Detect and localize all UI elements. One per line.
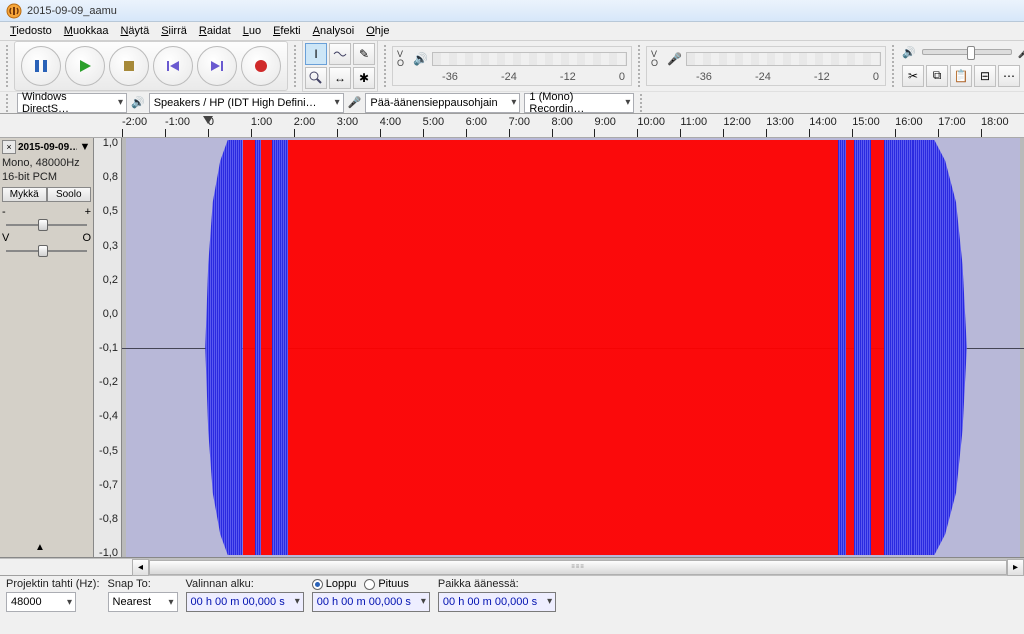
copy-button[interactable]: ⧉ — [926, 65, 948, 87]
menu-tracks[interactable]: Raidat — [193, 23, 237, 39]
track-area: × 2015-09-09… ▼ Mono, 48000Hz 16-bit PCM… — [0, 138, 1024, 558]
meter-in-ticks: -36-24-120 — [651, 71, 881, 83]
stop-button[interactable] — [109, 46, 149, 86]
speaker-icon: 🔊 — [902, 46, 916, 59]
timeline-ruler[interactable]: -2:00-1:0001:002:003:004:005:006:007:008… — [0, 114, 1024, 138]
menu-edit[interactable]: Muokkaa — [58, 23, 115, 39]
mic-icon: 🎤 — [348, 96, 362, 109]
grip[interactable] — [384, 45, 386, 87]
multi-tool[interactable]: ✱ — [353, 67, 375, 89]
output-volume-slider[interactable] — [922, 49, 1012, 55]
track-format2: 16-bit PCM — [2, 170, 91, 184]
menu-file[interactable]: Tiedosto — [4, 23, 58, 39]
selection-tool[interactable]: I — [305, 43, 327, 65]
transport-toolbar — [14, 41, 288, 91]
audio-position-label: Paikka äänessä: — [438, 578, 556, 590]
menu-bar: Tiedosto Muokkaa Näytä Siirrä Raidat Luo… — [0, 22, 1024, 41]
grip[interactable] — [6, 45, 8, 87]
meter-out-bar[interactable] — [432, 52, 627, 66]
track-collapse-button[interactable]: ▲ — [35, 542, 45, 553]
scroll-right-button[interactable]: ▸ — [1007, 559, 1024, 576]
title-bar: 2015-09-09_aamu — [0, 0, 1024, 22]
snap-label: Snap To: — [108, 578, 178, 590]
menu-help[interactable]: Ohje — [360, 23, 395, 39]
scroll-left-button[interactable]: ◂ — [132, 559, 149, 576]
window-title: 2015-09-09_aamu — [27, 5, 117, 17]
meter-in-bar[interactable] — [686, 52, 881, 66]
selection-start-field[interactable]: 00 h 00 m 00,000 s — [186, 592, 304, 612]
track-format1: Mono, 48000Hz — [2, 156, 91, 170]
selection-end-field[interactable]: 00 h 00 m 00,000 s — [312, 592, 430, 612]
record-button[interactable] — [241, 46, 281, 86]
menu-view[interactable]: Näytä — [114, 23, 155, 39]
track-menu-button[interactable]: ▼ — [79, 141, 91, 153]
edit-toolbar: ✂ ⧉ 📋 ⊟ ⋯ ↶ ↷ ⏱ ⇔ ⤢ — [902, 65, 1024, 87]
paste-button[interactable]: 📋 — [950, 65, 972, 87]
playback-meter: VO 🔊 -36-24-120 — [392, 46, 632, 86]
menu-analyze[interactable]: Analysoi — [307, 23, 361, 39]
scroll-track[interactable]: ≡≡≡ — [149, 559, 1007, 576]
length-radio[interactable]: Pituus — [364, 578, 409, 590]
track-name[interactable]: 2015-09-09… — [18, 142, 77, 153]
audio-position-field[interactable]: 00 h 00 m 00,000 s — [438, 592, 556, 612]
grip[interactable] — [640, 94, 645, 112]
output-device-dropdown[interactable]: Speakers / HP (IDT High Defini… — [149, 93, 344, 113]
pause-button[interactable] — [21, 46, 61, 86]
play-button[interactable] — [65, 46, 105, 86]
selection-start-label: Valinnan alku: — [186, 578, 304, 590]
skip-end-button[interactable] — [197, 46, 237, 86]
horizontal-scrollbar: ◂ ≡≡≡ ▸ — [0, 558, 1024, 575]
selection-bar: Projektin tahti (Hz): 48000 Snap To: Nea… — [0, 575, 1024, 617]
track-control-panel: × 2015-09-09… ▼ Mono, 48000Hz 16-bit PCM… — [0, 138, 94, 557]
snap-dropdown[interactable]: Nearest — [108, 592, 178, 612]
pan-slider[interactable]: VO — [2, 232, 91, 252]
silence-button[interactable]: ⋯ — [998, 65, 1020, 87]
input-channels-dropdown[interactable]: 1 (Mono) Recordin… — [524, 93, 634, 113]
grip[interactable] — [6, 94, 11, 112]
vertical-scale[interactable]: 1,00,80,50,30,20,0-0,1-0,2-0,4-0,5-0,7-0… — [94, 138, 122, 557]
record-meter: VO 🎤 -36-24-120 — [646, 46, 886, 86]
app-icon — [6, 3, 22, 19]
cut-button[interactable]: ✂ — [902, 65, 924, 87]
meter-out-label: VO — [397, 50, 409, 68]
mic-icon: 🎤 — [1018, 46, 1024, 59]
mute-button[interactable]: Mykkä — [2, 187, 47, 202]
gain-slider[interactable]: -+ — [2, 206, 91, 226]
grip[interactable] — [294, 45, 296, 87]
audio-host-dropdown[interactable]: Windows DirectS… — [17, 93, 127, 113]
menu-move[interactable]: Siirrä — [155, 23, 193, 39]
timeshift-tool[interactable]: ↔ — [329, 67, 351, 89]
solo-button[interactable]: Soolo — [47, 187, 92, 202]
input-device-dropdown[interactable]: Pää-äänensieppausohjain — [365, 93, 520, 113]
waveform-display[interactable] — [122, 138, 1024, 557]
speaker-icon: 🔊 — [131, 96, 145, 109]
scroll-thumb[interactable]: ≡≡≡ — [149, 560, 1007, 575]
grip[interactable] — [638, 45, 640, 87]
meter-in-label: VO — [651, 50, 663, 68]
meter-out-ticks: -36-24-120 — [397, 71, 627, 83]
draw-tool[interactable]: ✎ — [353, 43, 375, 65]
grip[interactable] — [892, 45, 894, 87]
end-radio[interactable]: Loppu — [312, 578, 357, 590]
toolbar-area: I ✎ ↔ ✱ VO 🔊 -36-24-120 VO 🎤 — [0, 41, 1024, 114]
project-rate-dropdown[interactable]: 48000 — [6, 592, 76, 612]
envelope-tool[interactable] — [329, 43, 351, 65]
speaker-icon[interactable]: 🔊 — [413, 52, 428, 66]
project-rate-label: Projektin tahti (Hz): — [6, 578, 100, 590]
skip-start-button[interactable] — [153, 46, 193, 86]
mic-icon[interactable]: 🎤 — [667, 52, 682, 66]
zoom-tool[interactable] — [305, 67, 327, 89]
tools-toolbar: I ✎ ↔ ✱ — [302, 40, 378, 92]
trim-button[interactable]: ⊟ — [974, 65, 996, 87]
menu-effect[interactable]: Efekti — [267, 23, 307, 39]
track-close-button[interactable]: × — [2, 140, 16, 154]
menu-create[interactable]: Luo — [237, 23, 267, 39]
